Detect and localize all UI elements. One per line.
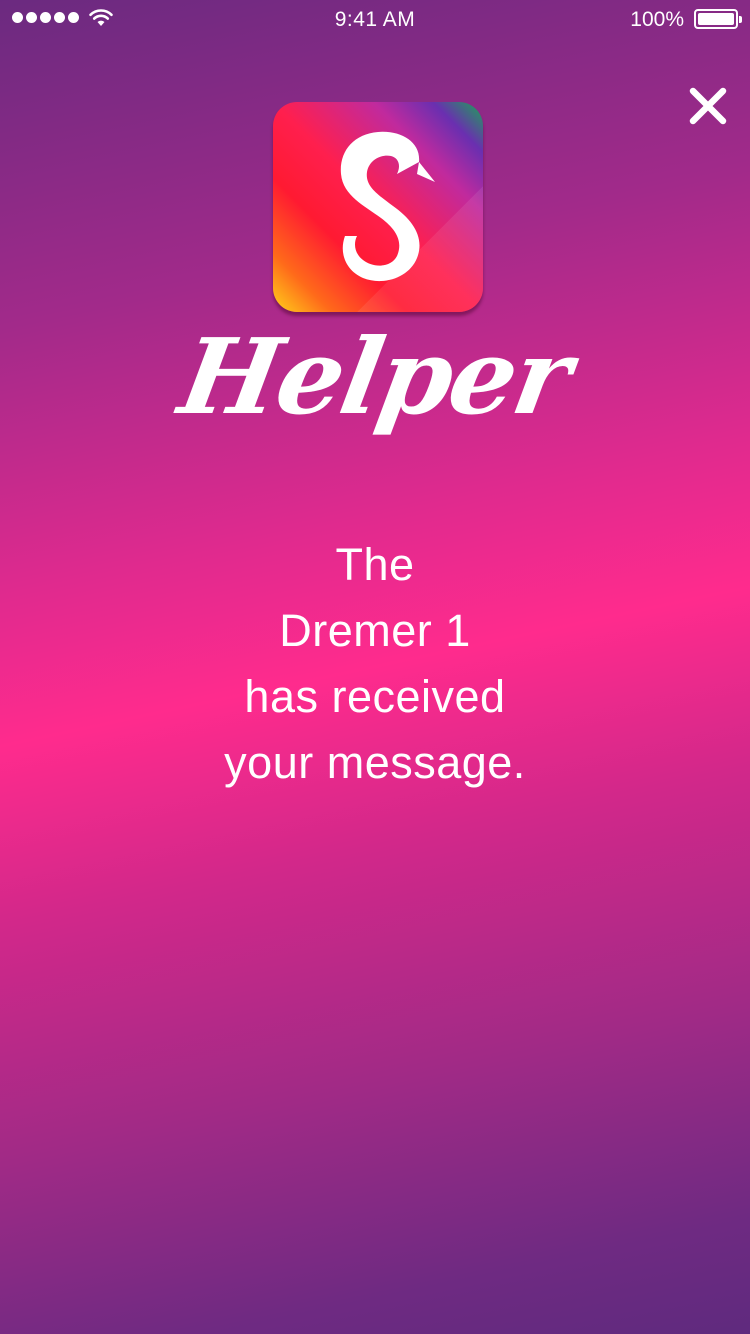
close-icon: [689, 87, 727, 125]
battery-percentage: 100%: [630, 8, 684, 31]
message-line: Dremer 1: [279, 605, 471, 656]
close-button[interactable]: [684, 82, 732, 130]
app-logo-s-icon: [340, 131, 435, 282]
app-logo-icon: [273, 102, 483, 312]
battery-fill: [698, 13, 734, 25]
message-line: has received: [244, 671, 506, 722]
battery-icon: [694, 9, 742, 29]
app-title: Helper: [171, 315, 579, 438]
message-line: The: [335, 539, 415, 590]
confirmation-message: The Dremer 1 has received your message.: [0, 532, 750, 796]
status-bar: 9:41 AM 100%: [0, 0, 750, 40]
message-line: your message.: [224, 737, 526, 788]
